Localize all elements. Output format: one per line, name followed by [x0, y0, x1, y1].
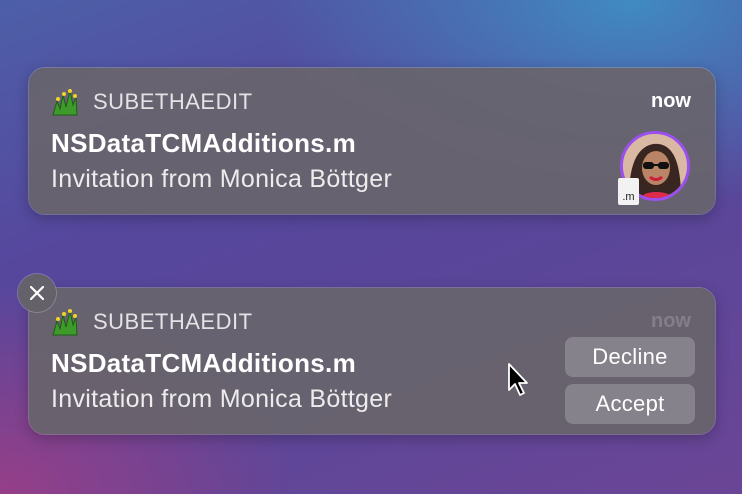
sender-avatar: .m	[618, 131, 690, 205]
notification-body: Invitation from Monica Böttger	[51, 165, 393, 193]
close-icon	[29, 285, 45, 301]
notification-title: NSDataTCMAdditions.m	[51, 128, 356, 158]
app-header: SUBETHAEDIT	[49, 308, 253, 336]
notification-body: Invitation from Monica Böttger	[51, 385, 393, 413]
file-type-badge: .m	[618, 178, 639, 205]
app-header: SUBETHAEDIT	[49, 88, 253, 116]
decline-button[interactable]: Decline	[565, 337, 695, 377]
timestamp: now	[651, 310, 691, 332]
subethaedit-leaf-icon	[52, 89, 78, 116]
app-name: SUBETHAEDIT	[93, 309, 253, 334]
subethaedit-leaf-icon	[52, 309, 78, 336]
notification-banner-hovered[interactable]: SUBETHAEDIT now NSDataTCMAdditions.m Inv…	[29, 288, 715, 434]
mouse-pointer-icon	[508, 363, 528, 396]
notification-banner[interactable]: SUBETHAEDIT now NSDataTCMAdditions.m Inv…	[29, 68, 715, 214]
accept-button[interactable]: Accept	[565, 384, 695, 424]
notification-title: NSDataTCMAdditions.m	[51, 348, 356, 378]
app-name: SUBETHAEDIT	[93, 89, 253, 114]
timestamp: now	[651, 90, 691, 112]
close-notification-button[interactable]	[18, 274, 56, 312]
